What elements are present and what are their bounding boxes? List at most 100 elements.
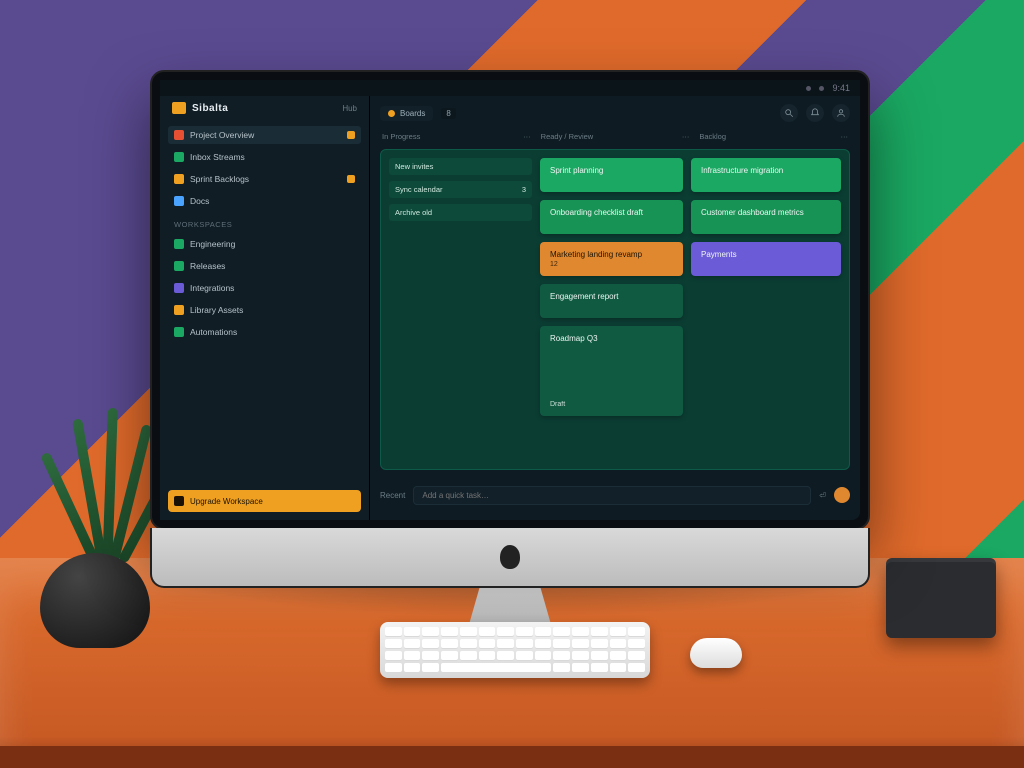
card-title: Payments: [701, 250, 831, 259]
board-count: 8: [441, 108, 455, 119]
brand-logo-icon: [172, 102, 186, 114]
card-meta: 12: [550, 261, 673, 268]
sidebar-item-label: Sprint Backlogs: [190, 174, 341, 184]
menubar-clock: 9:41: [832, 83, 850, 93]
quick-add-label: Recent: [380, 491, 405, 500]
card-title: Onboarding checklist draft: [550, 208, 673, 217]
card-meta: Draft: [550, 401, 673, 408]
sidebar-item-label: Releases: [190, 261, 355, 271]
app-screen: 9:41 Sibalta Hub Project Overview Inbox …: [160, 80, 860, 520]
bolt-icon: [174, 327, 184, 337]
column-title: Backlog: [699, 132, 726, 141]
column-header[interactable]: Backlog ⋯: [699, 132, 848, 141]
upgrade-banner[interactable]: Upgrade Workspace: [168, 490, 361, 512]
sidebar-item-releases[interactable]: Releases: [168, 257, 361, 275]
quick-add-submit[interactable]: [834, 487, 850, 503]
sidebar-item-label: Engineering: [190, 239, 355, 249]
list-item-label: Sync calendar: [395, 185, 443, 194]
sidebar-group-label: Workspaces: [168, 214, 361, 231]
column-header[interactable]: In Progress ⋯: [382, 132, 531, 141]
bell-icon: [810, 108, 820, 118]
menubar-indicator-icon: [806, 86, 811, 91]
board-selector[interactable]: Boards: [380, 106, 433, 121]
column-header[interactable]: Ready / Review ⋯: [541, 132, 690, 141]
sidebar-item-label: Project Overview: [190, 130, 341, 140]
keyboard: [380, 622, 650, 678]
column-title: Ready / Review: [541, 132, 594, 141]
sidebar-item-docs[interactable]: Docs: [168, 192, 361, 210]
folder-icon: [174, 130, 184, 140]
list-item-label: New invites: [395, 162, 433, 171]
card-title: Infrastructure migration: [701, 166, 831, 175]
card-title: Engagement report: [550, 292, 673, 301]
workspace-icon: [174, 261, 184, 271]
card[interactable]: Marketing landing revamp 12: [540, 242, 683, 276]
mouse: [690, 638, 742, 668]
card[interactable]: Sprint planning: [540, 158, 683, 192]
list-item-label: Archive old: [395, 208, 432, 217]
notifications-button[interactable]: [806, 104, 824, 122]
more-icon[interactable]: ⋯: [523, 132, 531, 141]
card-title: Sprint planning: [550, 166, 673, 175]
monitor-chin: [150, 528, 870, 588]
card[interactable]: Onboarding checklist draft: [540, 200, 683, 234]
sprint-icon: [174, 174, 184, 184]
menubar-indicator-icon: [819, 86, 824, 91]
sidebar-item-sprints[interactable]: Sprint Backlogs: [168, 170, 361, 188]
sidebar-item-label: Automations: [190, 327, 355, 337]
more-icon[interactable]: ⋯: [682, 132, 690, 141]
profile-button[interactable]: [832, 104, 850, 122]
quick-add-input[interactable]: [413, 486, 811, 505]
quick-add-hint: ⏎: [819, 491, 826, 500]
scene: 9:41 Sibalta Hub Project Overview Inbox …: [0, 0, 1024, 768]
card[interactable]: Infrastructure migration: [691, 158, 841, 192]
card[interactable]: Engagement report: [540, 284, 683, 318]
brand-name: Sibalta: [192, 103, 228, 114]
sidebar-item-engineering[interactable]: Engineering: [168, 235, 361, 253]
sidebar-item-inbox[interactable]: Inbox Streams: [168, 148, 361, 166]
badge-icon: [347, 175, 355, 183]
apple-logo-icon: [500, 545, 520, 569]
plant: [55, 418, 165, 568]
monitor-bezel: 9:41 Sibalta Hub Project Overview Inbox …: [150, 70, 870, 530]
sidebar-item-automations[interactable]: Automations: [168, 323, 361, 341]
card-title: Customer dashboard metrics: [701, 208, 831, 217]
quick-add-bar: Recent ⏎: [380, 478, 850, 512]
user-icon: [836, 108, 846, 118]
card[interactable]: Payments: [691, 242, 841, 276]
sidebar-item-label: Inbox Streams: [190, 152, 355, 162]
column-title: In Progress: [382, 132, 420, 141]
sidebar-item-label: Library Assets: [190, 305, 355, 315]
board-name: Boards: [400, 109, 425, 118]
list-item[interactable]: Sync calendar 3: [389, 181, 532, 198]
kanban-board: Sprint planning Infrastructure migration…: [380, 149, 850, 470]
sidebar-item-overview[interactable]: Project Overview: [168, 126, 361, 144]
plug-icon: [174, 283, 184, 293]
more-icon[interactable]: ⋯: [841, 132, 849, 141]
list-item[interactable]: New invites: [389, 158, 532, 175]
star-icon: [174, 496, 184, 506]
sidebar: Sibalta Hub Project Overview Inbox Strea…: [160, 80, 370, 520]
backlog-column: New invites Sync calendar 3 Archive old: [389, 158, 532, 318]
sidebar-item-label: Docs: [190, 196, 355, 206]
search-button[interactable]: [780, 104, 798, 122]
sidebar-item-label: Integrations: [190, 283, 355, 293]
card[interactable]: Roadmap Q3 Draft: [540, 326, 683, 416]
board-dot-icon: [388, 110, 395, 117]
workspace-icon: [174, 239, 184, 249]
card[interactable]: Customer dashboard metrics: [691, 200, 841, 234]
sidebar-item-integrations[interactable]: Integrations: [168, 279, 361, 297]
brand[interactable]: Sibalta Hub: [168, 102, 361, 122]
list-item-badge: 3: [522, 185, 526, 194]
speaker-box: [886, 558, 996, 638]
sidebar-item-library[interactable]: Library Assets: [168, 301, 361, 319]
search-icon: [784, 108, 794, 118]
inbox-icon: [174, 152, 184, 162]
os-menubar: 9:41: [160, 80, 860, 96]
badge-icon: [347, 131, 355, 139]
card-title: Marketing landing revamp: [550, 250, 673, 259]
upgrade-banner-label: Upgrade Workspace: [190, 497, 263, 506]
list-item[interactable]: Archive old: [389, 204, 532, 221]
topbar: Boards 8: [380, 102, 850, 124]
library-icon: [174, 305, 184, 315]
